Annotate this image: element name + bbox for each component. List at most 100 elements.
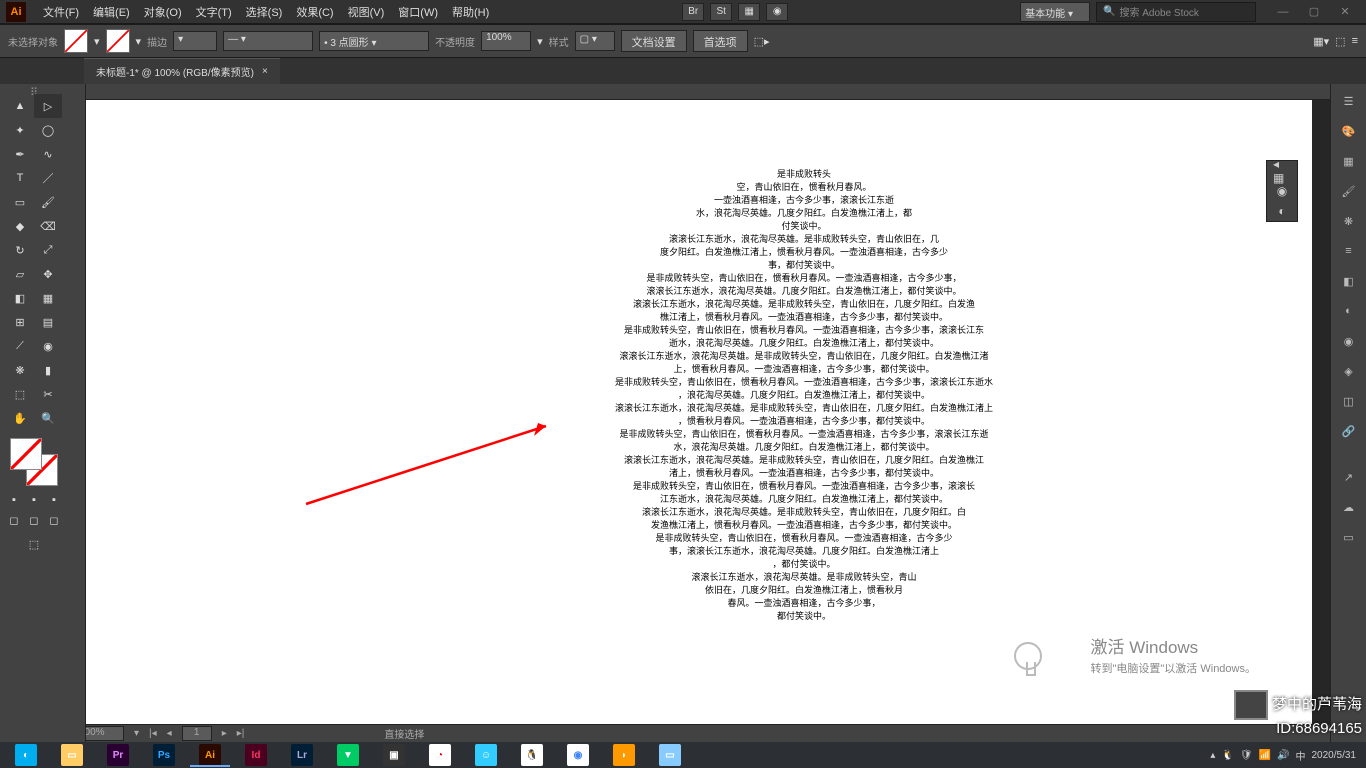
stock-search[interactable]: 🔍 搜索 Adobe Stock — [1096, 2, 1256, 22]
stroke-weight[interactable]: ▾ — [173, 31, 217, 51]
panel-links-icon[interactable]: 🔗 — [1335, 418, 1363, 444]
menu-edit[interactable]: 编辑(E) — [86, 1, 137, 23]
tool-scale[interactable]: ⤢ — [34, 238, 62, 262]
none-mode[interactable]: ▪ — [44, 492, 64, 508]
zoom-dropdown-icon[interactable]: ▾ — [134, 728, 139, 739]
tool-shape-builder[interactable]: ◧ — [6, 286, 34, 310]
screen-mode[interactable]: ⬚ — [20, 532, 48, 556]
taskbar-qq[interactable]: 🐧 — [510, 743, 554, 767]
panel-symbols-icon[interactable]: ❋ — [1335, 208, 1363, 234]
tool-eyedropper[interactable]: ⟋ — [6, 334, 34, 358]
tool-pen[interactable]: ✒ — [6, 142, 34, 166]
tool-free-transform[interactable]: ✥ — [34, 262, 62, 286]
menu-object[interactable]: 对象(O) — [137, 1, 189, 23]
tool-eraser[interactable]: ⌫ — [34, 214, 62, 238]
tool-direct-selection[interactable]: ▷ — [34, 94, 62, 118]
panel-swatches-icon[interactable]: ▦ — [1335, 148, 1363, 174]
artboard[interactable]: 是非成败转头空，青山依旧在，惯看秋月春风。一壶浊酒喜相逢，古今多少事，滚滚长江东… — [86, 84, 1312, 724]
tool-paintbrush[interactable]: 🖌 — [34, 190, 62, 214]
tool-zoom[interactable]: 🔍 — [34, 406, 62, 430]
nav-first-icon[interactable]: |◂ — [149, 728, 157, 739]
menu-help[interactable]: 帮助(H) — [445, 1, 496, 23]
panel-close-icon[interactable]: ◂ ▦ — [1273, 162, 1291, 180]
dropdown-icon[interactable]: ▾ — [537, 35, 543, 48]
tool-rectangle[interactable]: ▭ — [6, 190, 34, 214]
panel-graphic-styles-icon[interactable]: ◈ — [1335, 358, 1363, 384]
canvas-area[interactable]: 是非成败转头空，青山依旧在，惯看秋月春风。一壶浊酒喜相逢，古今多少事，滚滚长江东… — [68, 84, 1330, 742]
panel-color-icon[interactable]: 🎨 — [1335, 118, 1363, 144]
minimize-button[interactable]: — — [1268, 2, 1298, 22]
gpu-icon[interactable]: ◉ — [766, 3, 788, 21]
opacity-input[interactable]: 100% — [481, 31, 531, 51]
tray-volume-icon[interactable]: 🔊 — [1277, 750, 1289, 761]
transform-panel-icon[interactable]: ⬚ — [1335, 35, 1345, 48]
tool-type[interactable]: T — [6, 166, 34, 190]
preferences-button[interactable]: 首选项 — [693, 30, 748, 52]
panel-properties-icon[interactable]: ☰ — [1335, 88, 1363, 114]
tray-up-icon[interactable]: ▴ — [1210, 750, 1215, 761]
stock-icon[interactable]: St — [710, 3, 732, 21]
tool-mesh[interactable]: ⊞ — [6, 310, 34, 334]
maximize-button[interactable]: ▢ — [1299, 2, 1329, 22]
menu-icon[interactable]: ≡ — [1352, 35, 1358, 48]
taskbar-photoshop[interactable]: Ps — [142, 743, 186, 767]
fill-swatch[interactable] — [64, 29, 88, 53]
panel-brushes-icon[interactable]: 🖌 — [1335, 178, 1363, 204]
bridge-icon[interactable]: Br — [682, 3, 704, 21]
dropdown-icon[interactable]: ▾ — [136, 35, 142, 48]
tool-hand[interactable]: ✋ — [6, 406, 34, 430]
draw-inside[interactable]: ◻ — [44, 508, 64, 532]
tray-date[interactable]: 2020/5/31 — [1312, 750, 1357, 761]
tool-rotate[interactable]: ↻ — [6, 238, 34, 262]
tray-ime-icon[interactable]: 中 — [1296, 748, 1306, 763]
tray-network-icon[interactable]: 📶 — [1259, 750, 1271, 761]
menu-file[interactable]: 文件(F) — [36, 1, 86, 23]
tool-slice[interactable]: ✂ — [34, 382, 62, 406]
tool-gradient[interactable]: ▤ — [34, 310, 62, 334]
panel-libraries-icon[interactable]: ☁ — [1335, 494, 1363, 520]
nav-next-icon[interactable]: ▸ — [222, 728, 227, 739]
document-setup-button[interactable]: 文档设置 — [621, 30, 687, 52]
panel-icon-2[interactable]: ◐ — [1273, 202, 1291, 220]
tool-width[interactable]: ▱ — [6, 262, 34, 286]
tool-artboard[interactable]: ⬚ — [6, 382, 34, 406]
draw-normal[interactable]: ◻ — [4, 508, 24, 532]
panel-transparency-icon[interactable]: ◐ — [1335, 298, 1363, 324]
taskbar-illustrator[interactable]: Ai — [188, 743, 232, 767]
taskbar-chrome[interactable]: ◉ — [556, 743, 600, 767]
panel-icon-1[interactable]: ◉ — [1273, 182, 1291, 200]
panel-artboards-icon[interactable]: ▭ — [1335, 524, 1363, 550]
tool-lasso[interactable]: ◯ — [34, 118, 62, 142]
tool-symbol-sprayer[interactable]: ❋ — [6, 358, 34, 382]
panel-layers-icon[interactable]: ◫ — [1335, 388, 1363, 414]
taskbar-bird[interactable]: ◗ — [602, 743, 646, 767]
stroke-profile[interactable]: — ▾ — [223, 31, 313, 51]
tool-shaper[interactable]: ◆ — [6, 214, 34, 238]
floating-panel[interactable]: ◂ ▦ ◉ ◐ — [1266, 160, 1298, 222]
draw-behind[interactable]: ◻ — [24, 508, 44, 532]
panel-gradient-icon[interactable]: ◧ — [1335, 268, 1363, 294]
system-tray[interactable]: ▴ 🐧 🛡 📶 🔊 中 2020/5/31 — [1210, 748, 1362, 763]
tool-line[interactable]: ／ — [34, 166, 62, 190]
align-icon[interactable]: ▦▾ — [1313, 35, 1329, 48]
document-tab[interactable]: 未标题-1* @ 100% (RGB/像素预览) × — [84, 58, 280, 84]
circular-text-object[interactable]: 是非成败转头空，青山依旧在，惯看秋月春风。一壶浊酒喜相逢，古今多少事，滚滚长江东… — [534, 168, 1074, 623]
taskbar-notes[interactable]: ▭ — [648, 743, 692, 767]
close-button[interactable]: ✕ — [1330, 2, 1360, 22]
taskbar-opera[interactable]: ◔ — [418, 743, 462, 767]
taskbar-browser[interactable]: ◐ — [4, 743, 48, 767]
menu-select[interactable]: 选择(S) — [239, 1, 290, 23]
panel-stroke-icon[interactable]: ≡ — [1335, 238, 1363, 264]
tool-column-graph[interactable]: ▮ — [34, 358, 62, 382]
taskbar-chat[interactable]: ☺ — [464, 743, 508, 767]
nav-last-icon[interactable]: ▸| — [237, 728, 245, 739]
menu-window[interactable]: 窗口(W) — [391, 1, 445, 23]
gradient-mode[interactable]: ▪ — [24, 492, 44, 508]
tool-curvature[interactable]: ∿ — [34, 142, 62, 166]
taskbar-premiere[interactable]: Pr — [96, 743, 140, 767]
brush-definition[interactable]: • 3 点圆形 ▾ — [319, 31, 429, 51]
taskbar-indesign[interactable]: Id — [234, 743, 278, 767]
workspace-switcher[interactable]: 基本功能 ▾ — [1020, 2, 1090, 22]
nav-prev-icon[interactable]: ◂ — [167, 728, 172, 739]
panel-appearance-icon[interactable]: ◉ — [1335, 328, 1363, 354]
